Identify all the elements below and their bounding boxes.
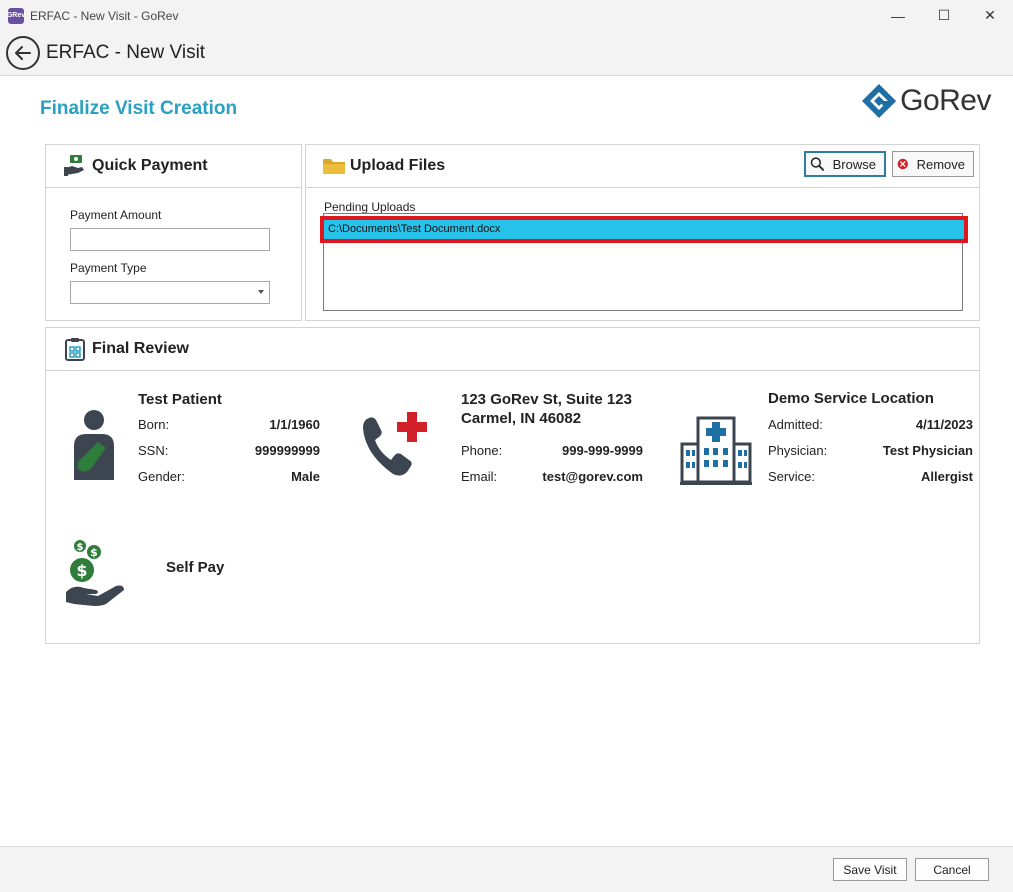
arrow-left-icon	[15, 46, 31, 60]
email-label: Email:	[461, 469, 498, 484]
quick-payment-title: Quick Payment	[92, 157, 208, 174]
svg-text:$: $	[76, 561, 87, 580]
gorev-logo: GoRev	[860, 82, 991, 120]
back-button[interactable]	[6, 36, 40, 70]
patient-ssn-row: SSN: 999999999	[138, 443, 320, 458]
window-titlebar: GRev ERFAC - New Visit - GoRev — ☐ ✕	[0, 0, 1013, 31]
minimize-button[interactable]: —	[875, 0, 921, 31]
payment-hand-icon: $ $ $	[66, 540, 124, 606]
header-title: ERFAC - New Visit	[46, 42, 206, 63]
browse-button-label: Browse	[832, 156, 876, 172]
address-line2: Carmel, IN 46082	[461, 410, 582, 427]
born-value: 1/1/1960	[269, 417, 320, 432]
svg-text:$: $	[90, 546, 98, 559]
pending-uploads-list[interactable]: C:\Documents\Test Document.docx	[320, 213, 968, 311]
search-icon	[810, 157, 825, 171]
email-value: test@gorev.com	[542, 469, 643, 484]
browse-button[interactable]: Browse	[804, 151, 886, 177]
quick-payment-header: Quick Payment	[46, 145, 301, 188]
admitted-label: Admitted:	[768, 417, 823, 432]
payment-type-select[interactable]	[70, 281, 270, 304]
hospital-icon	[680, 416, 752, 485]
gender-value: Male	[291, 469, 320, 484]
patient-gender-row: Gender: Male	[138, 469, 320, 484]
selection-highlight-box	[320, 216, 968, 243]
ssn-label: SSN:	[138, 443, 169, 458]
admitted-value: 4/11/2023	[915, 417, 973, 432]
main-content: Finalize Visit Creation GoRev Quick Paym…	[0, 76, 1013, 846]
save-visit-button[interactable]: Save Visit	[833, 858, 907, 881]
location-service-row: Service: Allergist	[768, 469, 973, 484]
patient-name: Test Patient	[138, 391, 222, 408]
chevron-down-icon	[258, 290, 264, 294]
gorev-logo-icon	[862, 84, 897, 118]
cancel-button[interactable]: Cancel	[915, 858, 989, 881]
clipboard-icon	[65, 338, 85, 361]
header-bar: ERFAC - New Visit	[0, 31, 1013, 76]
quick-payment-panel: Quick Payment Payment Amount Payment Typ…	[45, 144, 302, 321]
location-admitted-row: Admitted: 4/11/2023	[768, 417, 973, 432]
final-review-title: Final Review	[92, 340, 189, 357]
window-controls: — ☐ ✕	[875, 0, 1013, 31]
page-title: Finalize Visit Creation	[40, 98, 238, 119]
remove-icon	[897, 158, 908, 170]
patient-born-row: Born: 1/1/1960	[138, 417, 320, 432]
pending-uploads-label: Pending Uploads	[324, 200, 416, 214]
upload-files-title: Upload Files	[350, 157, 446, 174]
folder-icon	[323, 159, 345, 174]
upload-files-panel: Upload Files Browse Remove Pending Uploa…	[305, 144, 980, 321]
ssn-value: 999999999	[254, 443, 320, 458]
remove-button[interactable]: Remove	[892, 151, 974, 177]
service-value: Allergist	[920, 469, 973, 484]
final-review-header: Final Review	[46, 328, 979, 371]
service-label: Service:	[768, 469, 815, 484]
address-line1: 123 GoRev St, Suite 123	[461, 391, 632, 408]
phone-value: 999-999-9999	[562, 443, 643, 458]
app-icon: GRev	[7, 7, 25, 24]
physician-value: Test Physician	[882, 443, 973, 458]
gender-label: Gender:	[138, 469, 185, 484]
window-title: ERFAC - New Visit - GoRev	[30, 8, 179, 23]
gorev-logo-text: GoRev	[900, 84, 991, 117]
footer-bar: Save Visit Cancel	[0, 846, 1013, 892]
remove-button-label: Remove	[916, 156, 965, 172]
phone-medical-icon	[363, 412, 427, 476]
payer-name: Self Pay	[166, 559, 225, 576]
svg-text:$: $	[77, 542, 84, 553]
close-button[interactable]: ✕	[967, 0, 1013, 31]
payment-type-label: Payment Type	[70, 261, 147, 275]
patient-icon	[74, 410, 114, 480]
location-name: Demo Service Location	[768, 390, 934, 407]
payment-amount-input[interactable]	[70, 228, 270, 251]
location-physician-row: Physician: Test Physician	[768, 443, 973, 458]
maximize-button[interactable]: ☐	[921, 0, 967, 31]
contact-phone-row: Phone: 999-999-9999	[461, 443, 643, 458]
phone-label: Phone:	[461, 443, 503, 458]
contact-email-row: Email: test@gorev.com	[461, 469, 643, 484]
payment-amount-label: Payment Amount	[70, 208, 162, 222]
physician-label: Physician:	[768, 443, 828, 458]
money-hand-icon	[64, 155, 84, 176]
born-label: Born:	[138, 417, 170, 432]
final-review-panel: Final Review Test Patient Born: 1/1/1960…	[45, 327, 980, 644]
